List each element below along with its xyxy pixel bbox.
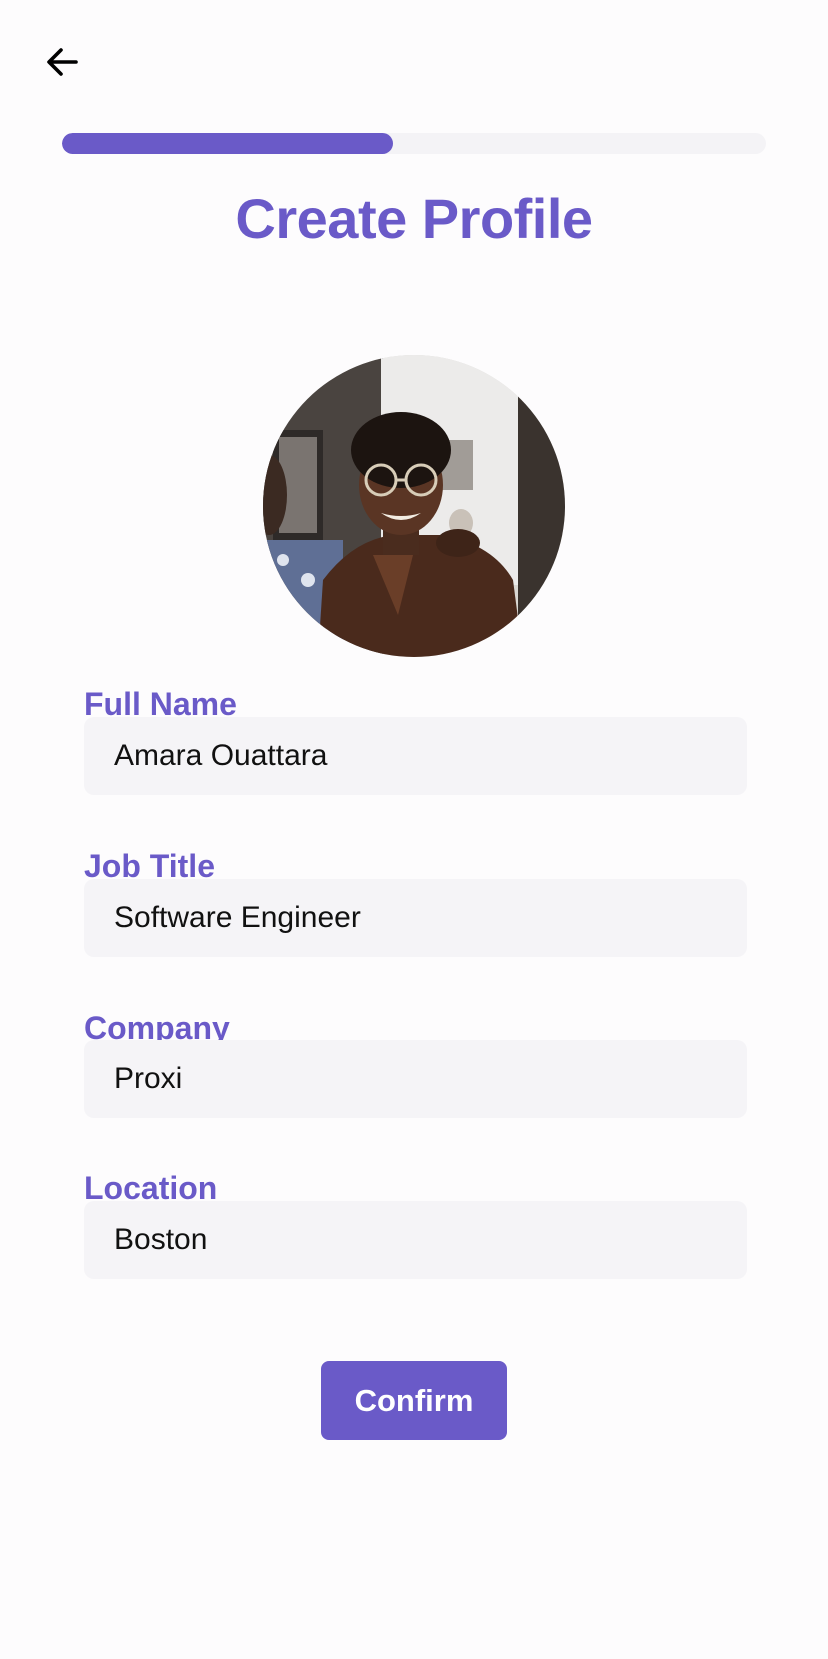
location-field[interactable]: Boston xyxy=(84,1201,747,1279)
full-name-field[interactable]: Amara Ouattara xyxy=(84,717,747,795)
confirm-button[interactable]: Confirm xyxy=(321,1361,507,1440)
company-field[interactable]: Proxi xyxy=(84,1040,747,1118)
avatar-photo-icon xyxy=(263,355,565,657)
arrow-left-icon xyxy=(47,48,78,76)
profile-photo[interactable] xyxy=(263,355,565,657)
back-button[interactable] xyxy=(40,40,84,84)
progress-bar xyxy=(62,133,766,154)
progress-bar-fill xyxy=(62,133,393,154)
page-title: Create Profile xyxy=(235,187,593,250)
job-title-field[interactable]: Software Engineer xyxy=(84,879,747,957)
